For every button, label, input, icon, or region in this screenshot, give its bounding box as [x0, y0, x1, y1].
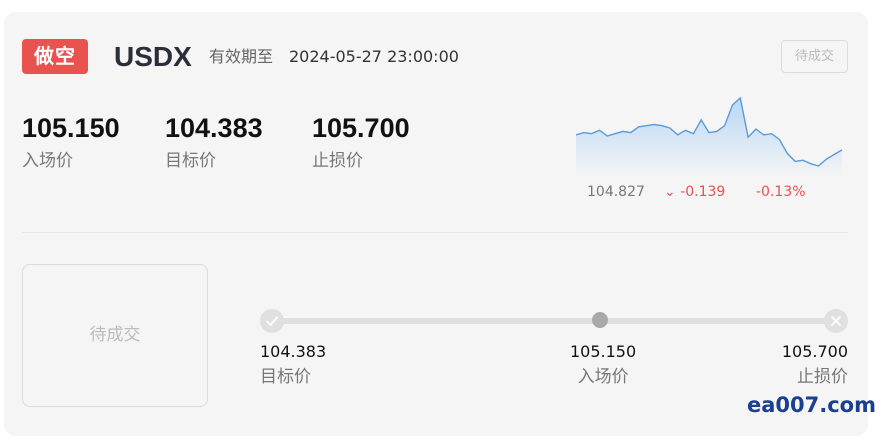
- entry-price-stat: 105.150 入场价: [22, 110, 120, 173]
- sparkline-change-pct: -0.13%: [756, 184, 806, 200]
- stop-price-stat: 105.700 止损价: [312, 110, 410, 173]
- stop-point-value: 105.700: [781, 342, 848, 361]
- target-price-stat: 104.383 目标价: [165, 110, 263, 173]
- price-sparkline: [575, 96, 843, 178]
- sparkline-change: ⌄ -0.139: [664, 182, 725, 202]
- entry-price-value: 105.150: [22, 113, 120, 143]
- direction-badge: 做空: [22, 39, 88, 74]
- expiry-label: 有效期至: [209, 47, 274, 66]
- entry-price-label: 入场价: [22, 151, 73, 171]
- stop-price-value: 105.700: [312, 113, 410, 143]
- target-point-label: 目标价: [260, 367, 311, 387]
- stop-point-label: 止损价: [797, 367, 848, 387]
- close-icon: [831, 316, 841, 326]
- stop-point: 105.700 止损价: [782, 341, 848, 390]
- target-price-value: 104.383: [165, 113, 263, 143]
- target-point-value: 104.383: [260, 342, 327, 361]
- expiry-value: 2024-05-27 23:00:00: [289, 47, 459, 66]
- stop-price-label: 止损价: [312, 151, 363, 171]
- target-node: [260, 309, 284, 333]
- sparkline-area: [576, 98, 842, 178]
- check-icon: [266, 316, 278, 327]
- watermark: ea007.com: [747, 393, 876, 417]
- entry-point-value: 105.150: [570, 342, 637, 361]
- sparkline-price: 104.827: [587, 184, 645, 200]
- target-price-label: 目标价: [165, 151, 216, 171]
- entry-node: [592, 312, 608, 328]
- target-point: 104.383 目标价: [260, 341, 326, 390]
- symbol-title: USDX: [114, 41, 192, 72]
- section-divider: [22, 232, 848, 233]
- stop-node: [824, 309, 848, 333]
- price-range-track: [272, 318, 836, 324]
- trade-card: 做空 USDX 有效期至 2024-05-27 23:00:00 待成交 105…: [4, 12, 868, 436]
- entry-point: 105.150 入场价: [570, 341, 636, 390]
- order-status-button[interactable]: 待成交: [781, 40, 848, 73]
- chevron-down-icon: ⌄: [664, 184, 676, 200]
- sparkline-change-value: -0.139: [680, 184, 726, 200]
- pending-status-box: 待成交: [22, 264, 208, 407]
- entry-point-label: 入场价: [577, 367, 629, 387]
